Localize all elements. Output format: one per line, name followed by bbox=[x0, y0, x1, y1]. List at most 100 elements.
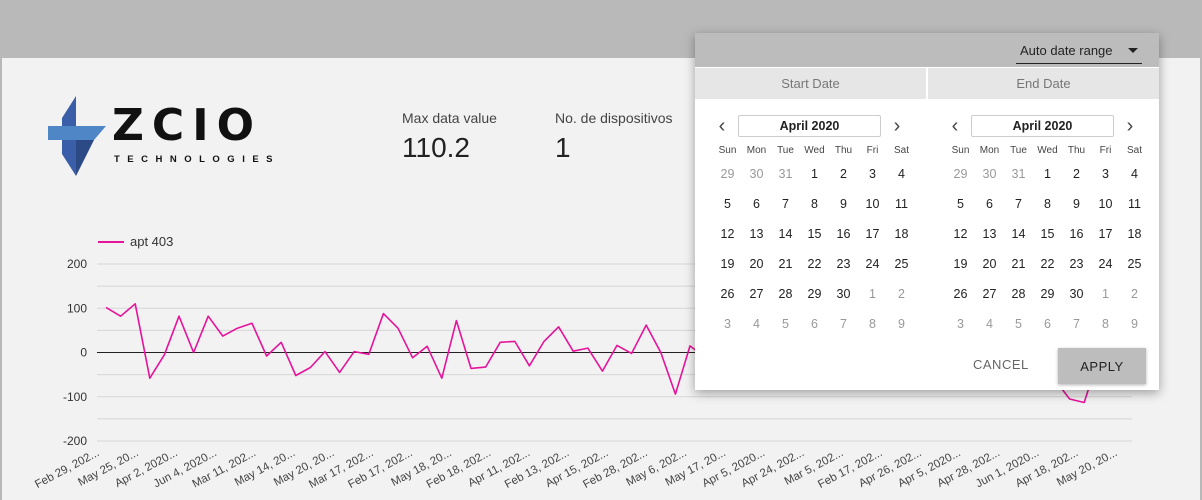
calendar-day[interactable]: 16 bbox=[829, 223, 858, 253]
calendar-day[interactable]: 9 bbox=[887, 313, 916, 343]
cancel-button[interactable]: CANCEL bbox=[973, 357, 1029, 372]
calendar-day[interactable]: 15 bbox=[1033, 223, 1062, 253]
calendar-day[interactable]: 29 bbox=[800, 283, 829, 313]
calendar-day[interactable]: 4 bbox=[1120, 163, 1149, 193]
weekday-label: Sun bbox=[951, 145, 970, 156]
calendar-day[interactable]: 5 bbox=[771, 313, 800, 343]
calendar-day[interactable]: 11 bbox=[887, 193, 916, 223]
calendar-day[interactable]: 31 bbox=[771, 163, 800, 193]
calendar-day[interactable]: 13 bbox=[975, 223, 1004, 253]
calendar-day[interactable]: 8 bbox=[858, 313, 887, 343]
calendar-day[interactable]: 7 bbox=[829, 313, 858, 343]
calendar-day[interactable]: 7 bbox=[1004, 193, 1033, 223]
calendar-day[interactable]: 26 bbox=[946, 283, 975, 313]
calendar-day[interactable]: 23 bbox=[829, 253, 858, 283]
calendar-day[interactable]: 5 bbox=[1004, 313, 1033, 343]
calendar-day[interactable]: 4 bbox=[742, 313, 771, 343]
calendar-day[interactable]: 9 bbox=[1120, 313, 1149, 343]
calendar-day[interactable]: 9 bbox=[1062, 193, 1091, 223]
calendar-day[interactable]: 26 bbox=[713, 283, 742, 313]
calendar-day[interactable]: 14 bbox=[1004, 223, 1033, 253]
calendar-day[interactable]: 22 bbox=[1033, 253, 1062, 283]
calendar-day[interactable]: 3 bbox=[946, 313, 975, 343]
calendar-day[interactable]: 1 bbox=[1033, 163, 1062, 193]
calendar-day[interactable]: 11 bbox=[1120, 193, 1149, 223]
calendar-day[interactable]: 7 bbox=[1062, 313, 1091, 343]
calendar-day[interactable]: 3 bbox=[1091, 163, 1120, 193]
calendar-day[interactable]: 9 bbox=[829, 193, 858, 223]
calendar-day[interactable]: 5 bbox=[946, 193, 975, 223]
weekday-label: Sun bbox=[718, 145, 737, 156]
calendar-day[interactable]: 6 bbox=[1033, 313, 1062, 343]
calendar-day[interactable]: 4 bbox=[975, 313, 1004, 343]
month-select[interactable]: April 2020 bbox=[738, 115, 881, 137]
calendar-day[interactable]: 22 bbox=[800, 253, 829, 283]
calendar-day[interactable]: 6 bbox=[742, 193, 771, 223]
calendar-day[interactable]: 8 bbox=[1033, 193, 1062, 223]
calendar-day[interactable]: 27 bbox=[975, 283, 1004, 313]
calendar-day[interactable]: 30 bbox=[1062, 283, 1091, 313]
calendar-day[interactable]: 30 bbox=[975, 163, 1004, 193]
chart-legend[interactable]: apt 403 bbox=[98, 234, 173, 249]
chevron-right-icon[interactable]: › bbox=[888, 116, 906, 136]
calendar-day[interactable]: 14 bbox=[771, 223, 800, 253]
calendar-day[interactable]: 24 bbox=[1091, 253, 1120, 283]
calendar-day[interactable]: 29 bbox=[1033, 283, 1062, 313]
month-select[interactable]: April 2020 bbox=[971, 115, 1114, 137]
calendar-day[interactable]: 20 bbox=[742, 253, 771, 283]
calendar-day[interactable]: 18 bbox=[887, 223, 916, 253]
calendar-day[interactable]: 21 bbox=[771, 253, 800, 283]
calendar-day[interactable]: 8 bbox=[800, 193, 829, 223]
calendar-day[interactable]: 20 bbox=[975, 253, 1004, 283]
apply-button[interactable]: APPLY bbox=[1058, 348, 1146, 384]
kpi-label: Max data value bbox=[402, 110, 497, 126]
calendar-day[interactable]: 12 bbox=[713, 223, 742, 253]
chevron-right-icon[interactable]: › bbox=[1121, 116, 1139, 136]
calendar-day[interactable]: 21 bbox=[1004, 253, 1033, 283]
calendar-day[interactable]: 6 bbox=[975, 193, 1004, 223]
calendar-day[interactable]: 30 bbox=[742, 163, 771, 193]
calendar-day[interactable]: 30 bbox=[829, 283, 858, 313]
calendar-day[interactable]: 1 bbox=[1091, 283, 1120, 313]
calendar-day[interactable]: 29 bbox=[946, 163, 975, 193]
calendar-day[interactable]: 3 bbox=[858, 163, 887, 193]
calendar-day[interactable]: 10 bbox=[1091, 193, 1120, 223]
calendar-day[interactable]: 6 bbox=[800, 313, 829, 343]
calendar-day[interactable]: 7 bbox=[771, 193, 800, 223]
calendar-day[interactable]: 1 bbox=[858, 283, 887, 313]
calendar-day[interactable]: 23 bbox=[1062, 253, 1091, 283]
calendar-day[interactable]: 31 bbox=[1004, 163, 1033, 193]
calendar-day[interactable]: 24 bbox=[858, 253, 887, 283]
calendar-day[interactable]: 2 bbox=[887, 283, 916, 313]
calendar-day[interactable]: 25 bbox=[1120, 253, 1149, 283]
calendar-day[interactable]: 2 bbox=[1120, 283, 1149, 313]
calendar-day[interactable]: 28 bbox=[1004, 283, 1033, 313]
calendar-day[interactable]: 5 bbox=[713, 193, 742, 223]
calendar-day[interactable]: 25 bbox=[887, 253, 916, 283]
calendar-day[interactable]: 18 bbox=[1120, 223, 1149, 253]
calendar-day[interactable]: 28 bbox=[771, 283, 800, 313]
calendar-day[interactable]: 8 bbox=[1091, 313, 1120, 343]
calendar-day[interactable]: 2 bbox=[829, 163, 858, 193]
calendar-day[interactable]: 19 bbox=[946, 253, 975, 283]
calendar-day[interactable]: 16 bbox=[1062, 223, 1091, 253]
chevron-left-icon[interactable]: ‹ bbox=[946, 116, 964, 136]
calendar-day[interactable]: 2 bbox=[1062, 163, 1091, 193]
calendar-day[interactable]: 17 bbox=[1091, 223, 1120, 253]
calendar-day[interactable]: 3 bbox=[713, 313, 742, 343]
calendar-day[interactable]: 1 bbox=[800, 163, 829, 193]
chevron-left-icon[interactable]: ‹ bbox=[713, 116, 731, 136]
tab-start-date[interactable]: Start Date bbox=[695, 68, 926, 99]
calendar-day[interactable]: 29 bbox=[713, 163, 742, 193]
calendar-day[interactable]: 15 bbox=[800, 223, 829, 253]
calendar-day[interactable]: 19 bbox=[713, 253, 742, 283]
date-range-dropdown[interactable]: Auto date range bbox=[1016, 37, 1142, 64]
calendar-day[interactable]: 27 bbox=[742, 283, 771, 313]
calendar-day[interactable]: 17 bbox=[858, 223, 887, 253]
tab-end-date[interactable]: End Date bbox=[928, 68, 1159, 99]
calendar-day[interactable]: 10 bbox=[858, 193, 887, 223]
kpi-value: 110.2 bbox=[402, 132, 470, 163]
calendar-day[interactable]: 4 bbox=[887, 163, 916, 193]
calendar-day[interactable]: 13 bbox=[742, 223, 771, 253]
calendar-day[interactable]: 12 bbox=[946, 223, 975, 253]
